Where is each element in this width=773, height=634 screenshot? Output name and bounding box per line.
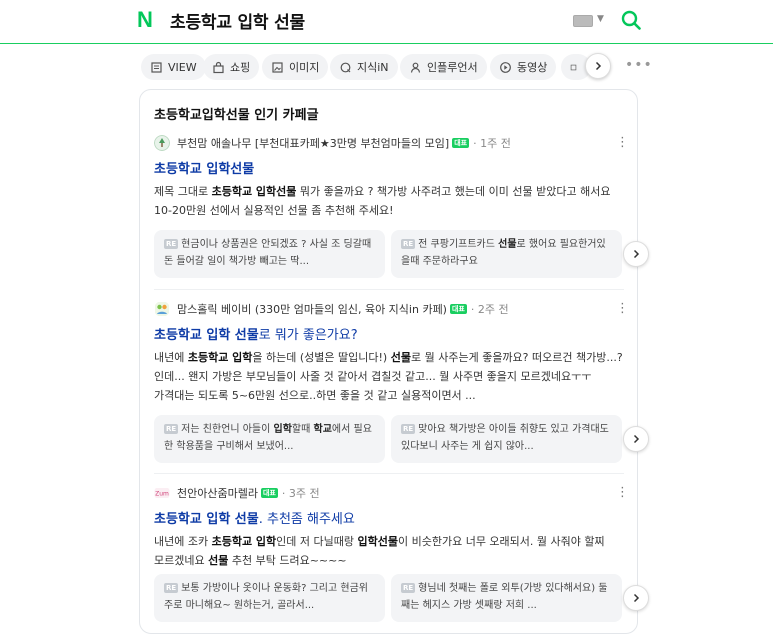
- post-title[interactable]: 초등학교 입학 선물. 추천좀 해주세요: [154, 508, 355, 527]
- post-title[interactable]: 초등학교 입학선물: [154, 158, 254, 177]
- naver-logo[interactable]: N: [137, 9, 159, 31]
- search-icon[interactable]: [620, 9, 642, 31]
- tab-label: VIEW: [168, 60, 197, 74]
- official-badge: 대표: [452, 138, 470, 148]
- cafe-name[interactable]: 천안아산줌마렐라: [177, 485, 258, 501]
- tab-label: 이미지: [289, 61, 320, 74]
- post-time: · 2주 전: [470, 303, 509, 316]
- svg-text:Zum: Zum: [155, 491, 169, 498]
- cafe-avatar-icon[interactable]: Zum: [154, 485, 170, 501]
- post-source: 부천맘 애솔나무 [부천대표카페★3만명 부천엄마들의 모임] 대표 · 1주 …: [154, 134, 511, 152]
- doc-icon: [151, 61, 162, 73]
- tab-view[interactable]: VIEW: [141, 54, 206, 80]
- reply-card[interactable]: RE 저는 친한언니 아들이 입학할때 학교에서 필요한 학용품을 구비해서 보냈…: [154, 415, 385, 463]
- post-source: Zum 천안아산줌마렐라 대표 · 3주 전: [154, 484, 320, 502]
- tab-influencer[interactable]: 인플루언서: [400, 54, 487, 80]
- reply-card[interactable]: RE 형님네 첫째는 폴로 외투(가방 있다해서요) 둘째는 헤지스 가방 셋째랑…: [391, 574, 622, 622]
- reply-card[interactable]: RE 맞아요 책가방은 아이들 취향도 있고 가격대도 있다보니 사주는 게 쉽지…: [391, 415, 622, 463]
- reply-card[interactable]: RE 현금이나 상품권은 안되겠죠 ? 사실 조 딩갈때 돈 들어갈 일이 책가방…: [154, 230, 385, 278]
- tab-video[interactable]: 동영상: [490, 54, 557, 80]
- reply-list: RE 현금이나 상품권은 안되겠죠 ? 사실 조 딩갈때 돈 들어갈 일이 책가방…: [154, 230, 649, 278]
- kebab-menu-icon[interactable]: ⋮: [616, 301, 629, 317]
- reply-list: RE 보통 가방이나 옷이나 운동화? 그리고 현금위주로 마니해요~ 원하는거,…: [154, 574, 649, 622]
- chevron-right-icon: [633, 249, 640, 259]
- tab-image[interactable]: 이미지: [262, 54, 329, 80]
- bag-icon: [213, 61, 224, 73]
- search-header: N 초등학교 입학 선물 ▼: [0, 0, 773, 44]
- tab-label: 인플루언서: [427, 61, 478, 74]
- tab-shopping[interactable]: 쇼핑: [203, 54, 260, 80]
- post-time: · 3주 전: [281, 487, 320, 500]
- tab-label: 동영상: [517, 61, 548, 74]
- replies-next-button[interactable]: [623, 241, 649, 267]
- replies-next-button[interactable]: [623, 426, 649, 452]
- chevron-right-icon: [595, 61, 602, 71]
- tab-label: 지식iN: [357, 61, 389, 74]
- divider: [154, 473, 624, 474]
- post-snippet: 내년에 조카 초등학교 입학인데 저 다닐때랑 입학선물이 비슷한가요 너무 오…: [154, 535, 605, 567]
- post-title[interactable]: 초등학교 입학 선물로 뭐가 좋은가요?: [154, 324, 358, 343]
- reply-list: RE 저는 친한언니 아들이 입학할때 학교에서 필요한 학용품을 구비해서 보냈…: [154, 415, 649, 463]
- image-icon: [272, 61, 283, 73]
- chevron-right-icon: [633, 434, 640, 444]
- more-icon[interactable]: •••: [625, 57, 653, 73]
- chevron-right-icon: [633, 593, 640, 603]
- official-badge: 대표: [260, 488, 278, 498]
- keyboard-icon[interactable]: [573, 15, 593, 27]
- kebab-menu-icon[interactable]: ⋮: [616, 485, 629, 501]
- cafe-avatar-icon[interactable]: [154, 301, 170, 317]
- chevron-down-icon[interactable]: ▼: [597, 14, 604, 24]
- tab-label: 쇼핑: [230, 61, 251, 74]
- cafe-results-panel: 초등학교입학선물 인기 카페글 부천맘 애솔나무 [부천대표카페★3만명 부천엄…: [139, 89, 649, 634]
- person-icon: [410, 62, 421, 73]
- post-time: · 1주 전: [473, 137, 511, 150]
- cafe-avatar-icon[interactable]: [154, 135, 170, 151]
- play-icon: [500, 61, 511, 73]
- section-title: 초등학교입학선물 인기 카페글: [154, 108, 319, 123]
- search-tabs: VIEW 쇼핑 이미지 지식iN 인플루언서 동영상 •••: [0, 45, 773, 89]
- search-query[interactable]: 초등학교 입학 선물: [170, 8, 305, 33]
- divider: [154, 289, 624, 290]
- official-badge: 대표: [449, 304, 467, 314]
- kebab-menu-icon[interactable]: ⋮: [616, 135, 629, 151]
- tabs-next-button[interactable]: [585, 53, 611, 79]
- post-snippet: 제목 그대로 초등학교 입학선물 뭐가 좋을까요 ? 책가방 사주려고 했는데 …: [154, 185, 611, 217]
- cafe-name[interactable]: 부천맘 애솔나무 [부천대표카페★3만명 부천엄마들의 모임]: [177, 135, 449, 151]
- cafe-name[interactable]: 맘스홀릭 베이비 (330만 엄마들의 임신, 육아 지식in 카페): [177, 301, 447, 317]
- post-snippet: 내년에 초등학교 입학을 하는데 (성별은 딸입니다!) 선물로 뭘 사주는게 …: [154, 351, 623, 402]
- reply-card[interactable]: RE 보통 가방이나 옷이나 운동화? 그리고 현금위주로 마니해요~ 원하는거,…: [154, 574, 385, 622]
- qna-icon: [340, 62, 351, 72]
- tab-kin[interactable]: 지식iN: [330, 54, 398, 80]
- post-source: 맘스홀릭 베이비 (330만 엄마들의 임신, 육아 지식in 카페) 대표 ·…: [154, 300, 509, 318]
- reply-card[interactable]: RE 전 쿠팡기프트카드 선물로 했어요 필요한거있을때 주문하라구요: [391, 230, 622, 278]
- replies-next-button[interactable]: [623, 585, 649, 611]
- doc-icon: [570, 64, 577, 70]
